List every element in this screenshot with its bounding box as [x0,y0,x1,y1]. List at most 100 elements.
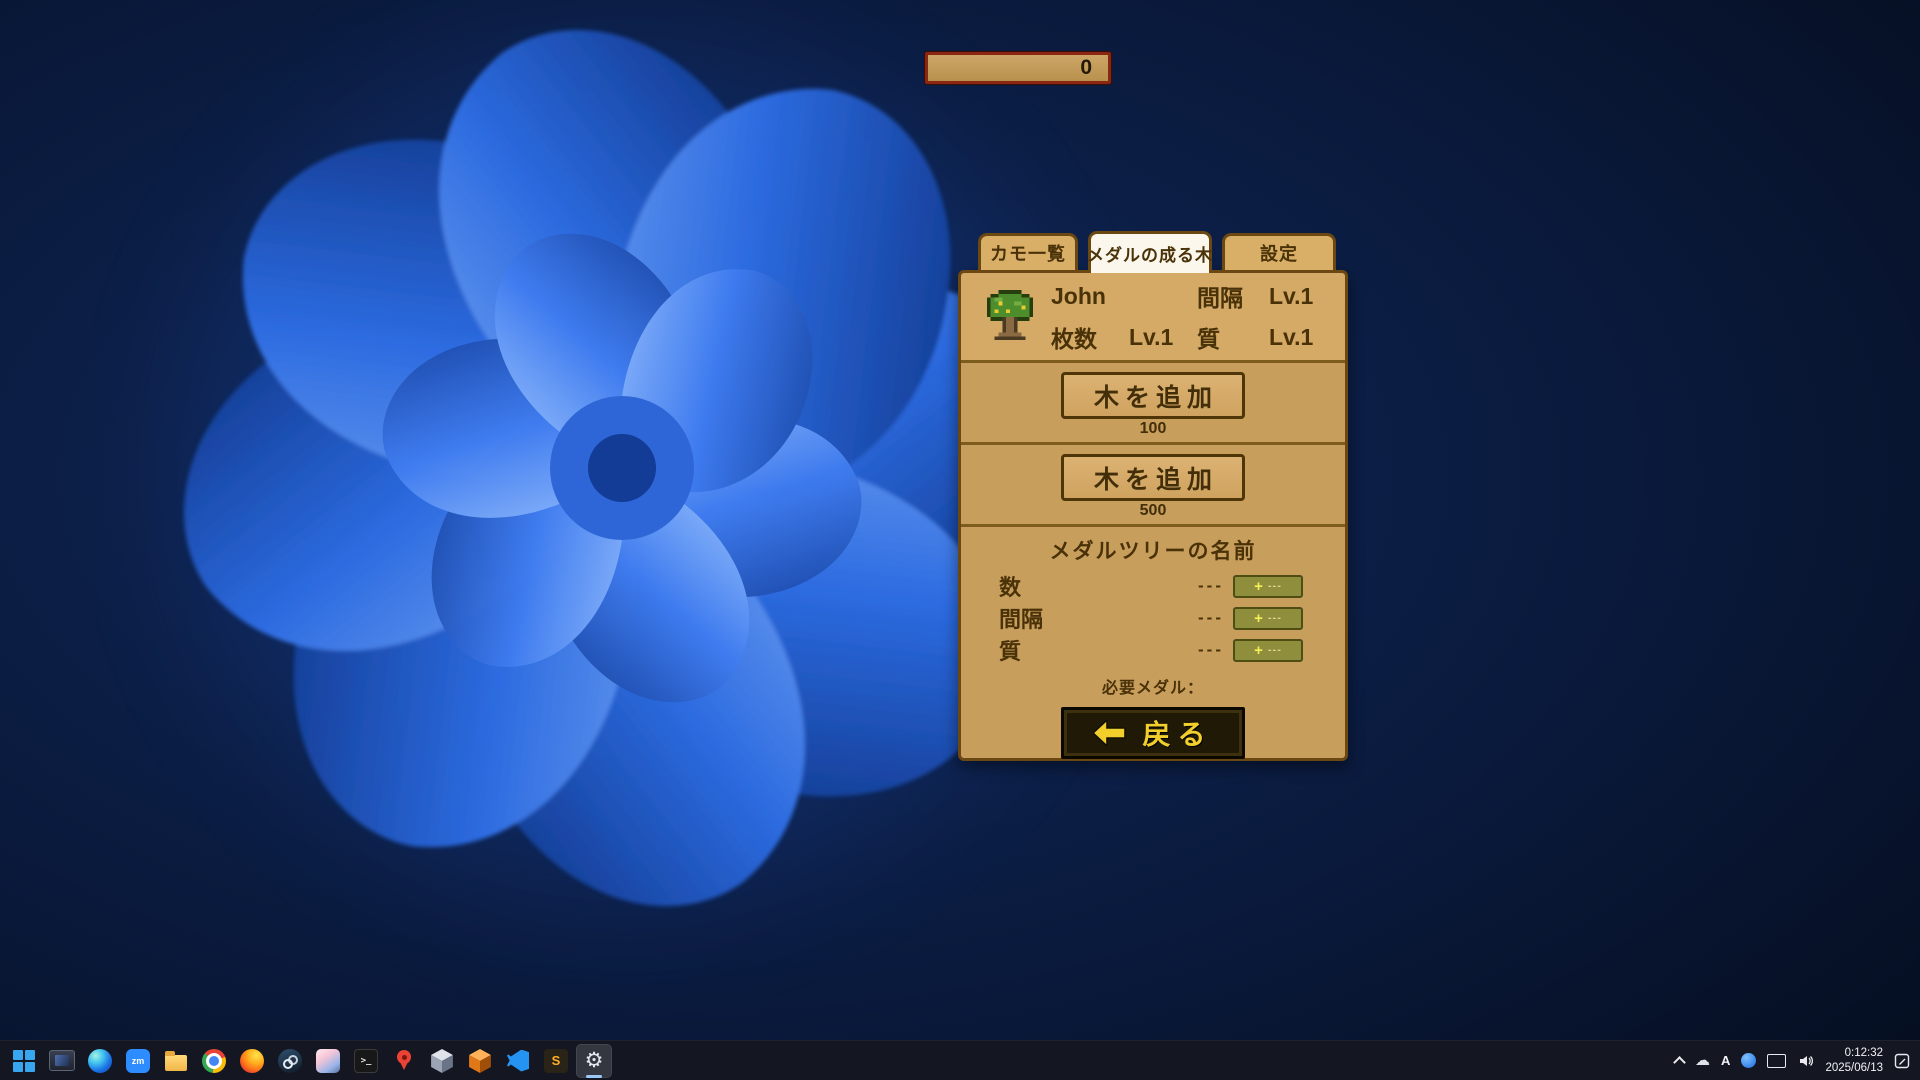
stat-quality-label: 質 [1197,320,1269,354]
panel-tabs: カモ一覧 メダルの成る木 設定 [958,231,1348,270]
cast-display-icon[interactable] [1767,1054,1787,1068]
tab-label: 設定 [1260,240,1298,266]
tab-medal-tree[interactable]: メダルの成る木 [1088,231,1212,273]
notification-pen-icon [1894,1053,1910,1069]
upgrade-count-plus-button[interactable]: + --- [1233,575,1303,598]
start-icon [13,1050,35,1072]
back-button[interactable]: 戻る [1061,707,1245,759]
upgrade-quality-cost: --- [1268,645,1282,656]
add-tree-100-button[interactable]: 木を追加 [1061,372,1245,419]
taskbar-apps: zm >_ [6,1044,612,1078]
upgrade-interval-plus-button[interactable]: + --- [1233,607,1303,630]
upgrade-quality-plus-button[interactable]: + --- [1233,639,1303,662]
taskbar-clock[interactable]: 0:12:32 2025/06/13 [1825,1046,1883,1076]
settings-gear-icon: ⚙ [585,1050,604,1071]
taskbar-avatar-app[interactable] [310,1044,346,1078]
onedrive-cloud-icon[interactable]: ☁ [1695,1053,1710,1068]
stat-interval-label: 間隔 [1197,279,1269,313]
add-tree-section-100: 木を追加 100 [961,363,1345,445]
taskbar-cube-app-2[interactable] [462,1044,498,1078]
tab-settings[interactable]: 設定 [1222,233,1336,270]
stat-count-value: Lv.1 [1129,324,1197,351]
s-app-icon-label: S [552,1053,561,1068]
upgrade-section: メダルツリーの名前 数 --- + --- 間隔 --- + --- [961,527,1345,759]
plus-icon: + [1254,643,1263,658]
upgrade-interval-value: --- [1198,608,1224,628]
upgrade-title: メダルツリーの名前 [1050,535,1257,565]
tree-entry-stats: John 間隔 Lv.1 枚数 Lv.1 質 Lv.1 [1051,279,1333,354]
anime-avatar-icon [316,1049,340,1073]
system-tray: ☁ A 0:12:32 2025/06/13 [1675,1046,1916,1076]
back-arrow-icon [1093,720,1127,746]
taskbar-steam[interactable] [272,1044,308,1078]
steam-icon [278,1049,302,1073]
zoom-icon-label: zm [132,1056,145,1066]
taskbar-maps[interactable] [386,1044,422,1078]
upgrade-interval-cost: --- [1268,613,1282,624]
taskbar-firefox[interactable] [234,1044,270,1078]
stat-quality-value: Lv.1 [1269,324,1329,351]
chevron-up-icon [1673,1056,1686,1069]
taskbar-cube-app-1[interactable] [424,1044,460,1078]
upgrade-quality-label: 質 [999,634,1021,666]
back-button-label: 戻る [1142,713,1212,753]
add-tree-500-cost: 500 [1140,502,1167,520]
clock-date: 2025/06/13 [1825,1061,1883,1076]
taskbar-file-explorer[interactable] [158,1044,194,1078]
plus-icon: + [1254,579,1263,594]
add-tree-section-500: 木を追加 500 [961,445,1345,527]
taskbar: zm >_ [0,1040,1920,1080]
add-tree-100-cost: 100 [1140,420,1167,438]
chrome-icon [202,1049,226,1073]
required-medal-label: 必要メダル： [1102,674,1204,698]
tab-kamo-list[interactable]: カモ一覧 [978,233,1078,270]
cube-app-icon-1 [431,1049,453,1073]
blue-dot-icon [1741,1053,1756,1068]
tray-overflow-chevron[interactable] [1675,1055,1684,1067]
volume-icon-button[interactable] [1798,1053,1814,1069]
upgrade-row-interval: 間隔 --- + --- [961,603,1345,633]
tree-name: John [1051,283,1129,310]
add-tree-100-label: 木を追加 [1094,378,1218,414]
taskbar-terminal[interactable]: >_ [348,1044,384,1078]
desktop: 0 カモ一覧 メダルの成る木 設定 [0,0,1920,1080]
terminal-icon: >_ [354,1049,378,1073]
taskbar-s-app[interactable]: S [538,1044,574,1078]
map-pin-icon [396,1049,412,1072]
cube-app-icon-2 [469,1049,491,1073]
add-tree-500-button[interactable]: 木を追加 [1061,454,1245,501]
stat-count-label: 枚数 [1051,320,1129,354]
medal-tree-icon [983,288,1037,346]
notification-center-button[interactable] [1894,1053,1910,1069]
clock-time: 0:12:32 [1845,1046,1883,1061]
stat-interval-value: Lv.1 [1269,283,1329,310]
medal-counter-value: 0 [1080,56,1092,80]
monitor-icon [1767,1054,1786,1068]
upgrade-count-value: --- [1198,576,1224,596]
firefox-icon [240,1049,264,1073]
medal-tree-panel: John 間隔 Lv.1 枚数 Lv.1 質 Lv.1 木を追加 100 木を追… [958,270,1348,761]
taskbar-chrome[interactable] [196,1044,232,1078]
tree-entry-row[interactable]: John 間隔 Lv.1 枚数 Lv.1 質 Lv.1 [961,273,1345,363]
zoom-icon: zm [126,1049,150,1073]
edge-icon [88,1049,112,1073]
vscode-icon [507,1050,529,1072]
upgrade-row-quality: 質 --- + --- [961,635,1345,665]
ime-mode-indicator[interactable]: A [1721,1053,1730,1068]
taskbar-app-window[interactable] [44,1044,80,1078]
tab-label: カモ一覧 [990,240,1066,266]
s-app-icon: S [544,1049,568,1073]
taskbar-zoom[interactable]: zm [120,1044,156,1078]
terminal-icon-label: >_ [361,1056,372,1066]
upgrade-row-count: 数 --- + --- [961,571,1345,601]
add-tree-500-label: 木を追加 [1094,460,1218,496]
plus-icon: + [1254,611,1263,626]
taskbar-edge[interactable] [82,1044,118,1078]
taskbar-vscode[interactable] [500,1044,536,1078]
tab-label: メダルの成る木 [1087,241,1213,266]
taskbar-settings[interactable]: ⚙ [576,1044,612,1078]
upgrade-count-label: 数 [999,570,1021,602]
start-button[interactable] [6,1044,42,1078]
file-explorer-icon [165,1055,187,1071]
tray-app-icon[interactable] [1741,1053,1756,1068]
